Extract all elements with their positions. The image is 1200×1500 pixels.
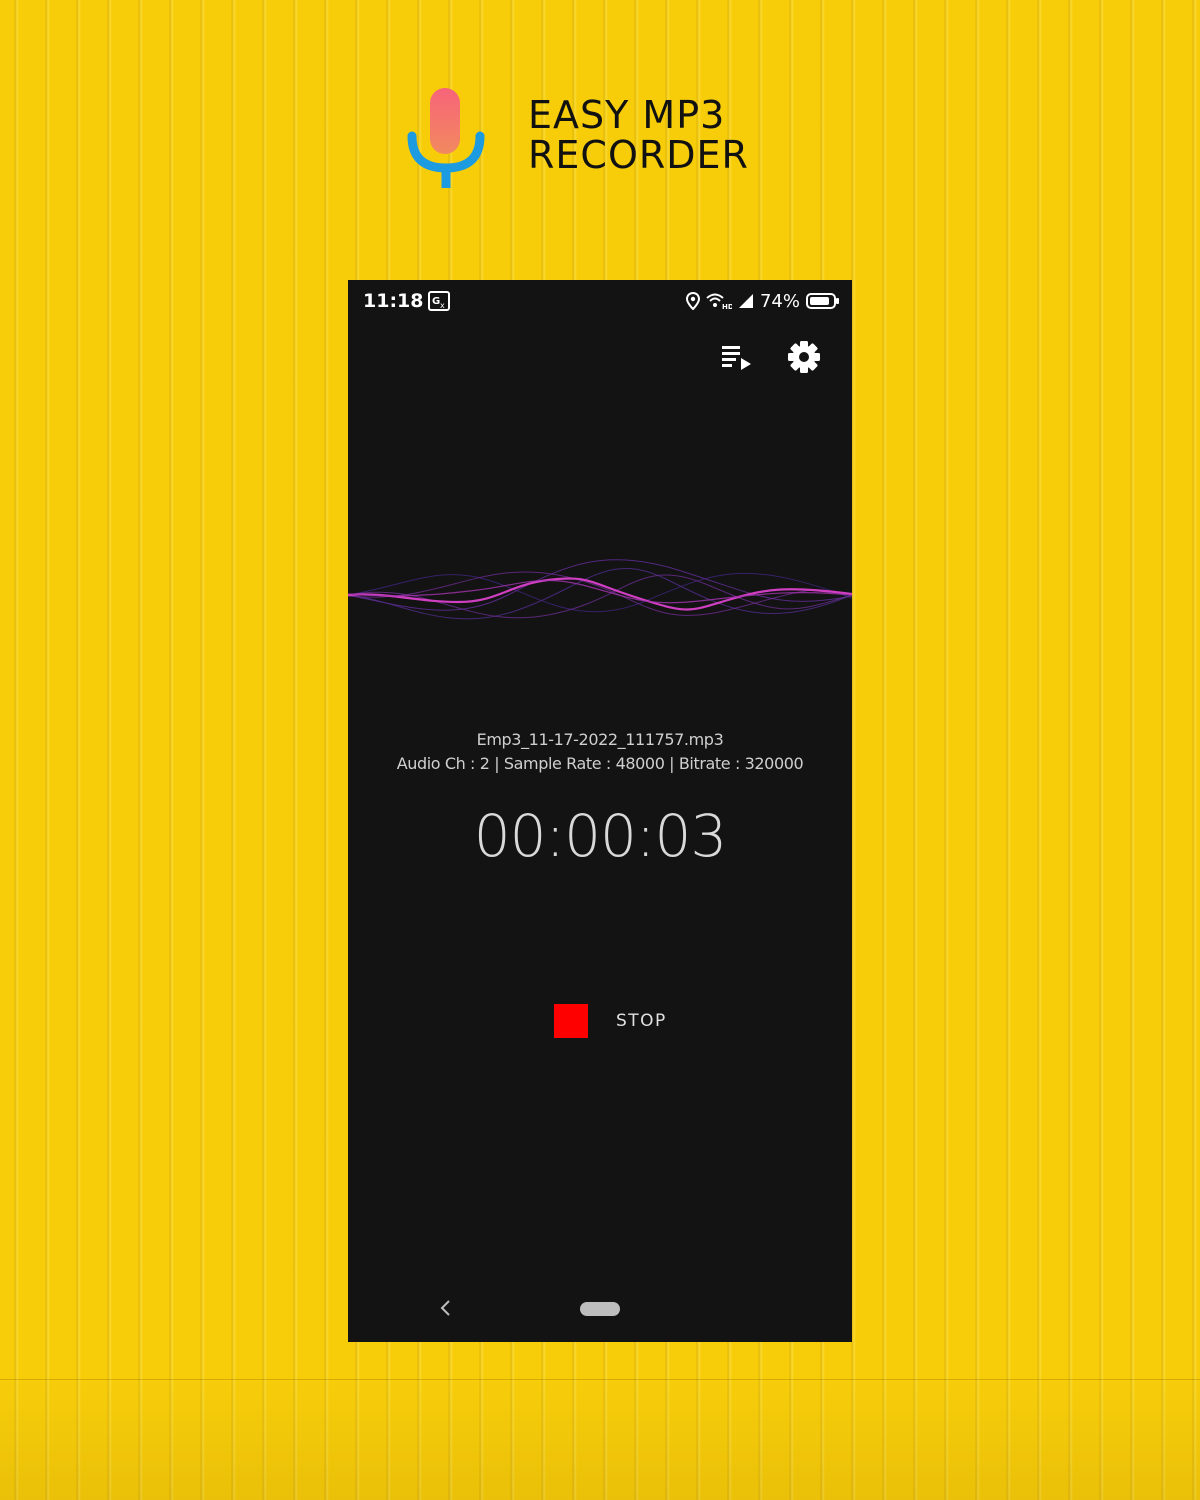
elapsed-timer: 00:00:03 [473, 802, 728, 870]
app-title-line1: EASY MP3 [528, 93, 726, 137]
waveform-visualizer [348, 559, 852, 620]
battery-icon [806, 293, 839, 309]
chevron-left-icon[interactable] [436, 1296, 456, 1320]
translate-icon: G x [428, 291, 450, 311]
status-icons: HD 74% [680, 290, 840, 312]
app-title-line2: RECORDER [528, 133, 749, 177]
gear-icon [788, 341, 820, 373]
background-band [0, 1379, 1200, 1500]
status-bar: 11:18 G x HD 74% [348, 280, 852, 322]
playlist-button[interactable] [718, 338, 758, 378]
app-title: EASY MP3 RECORDER [528, 95, 749, 175]
battery-percent: 74% [759, 290, 800, 312]
audio-info: Audio Ch : 2 | Sample Rate : 48000 | Bit… [396, 754, 804, 773]
settings-button[interactable] [784, 338, 824, 378]
signal-icon [738, 294, 753, 308]
stop-label[interactable]: STOP [616, 1011, 667, 1031]
location-icon [685, 292, 700, 310]
microphone-icon [407, 88, 485, 188]
status-time: 11:18 [363, 290, 424, 312]
branding-header: EASY MP3 RECORDER [0, 0, 1200, 220]
recording-file-name: Emp3_11-17-2022_111757.mp3 [476, 730, 724, 749]
wifi-hd-icon: HD [706, 293, 732, 310]
home-pill-icon[interactable] [580, 1302, 620, 1316]
svg-text:HD: HD [722, 303, 732, 310]
svg-text:x: x [440, 301, 445, 310]
stop-icon[interactable] [554, 1004, 588, 1038]
phone-screen: 11:18 G x HD 74% Emp3_11-17-2022_111757.… [348, 280, 852, 1342]
playlist-icon [722, 346, 751, 370]
svg-text:G: G [432, 296, 440, 307]
